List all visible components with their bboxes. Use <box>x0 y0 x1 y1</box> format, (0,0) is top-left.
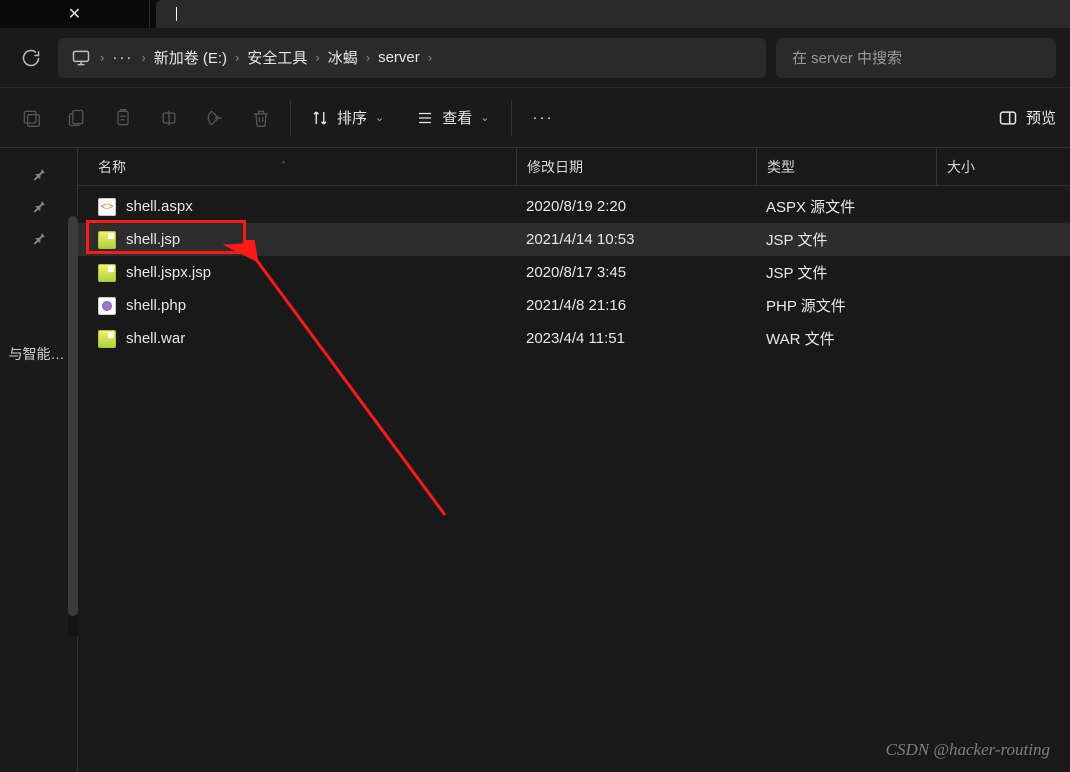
watermark: CSDN @hacker-routing <box>886 740 1050 760</box>
file-date: 2021/4/14 10:53 <box>516 231 756 248</box>
breadcrumb-ellipsis[interactable]: ··· <box>112 49 133 66</box>
copy-button[interactable] <box>60 101 94 135</box>
main-area: 与智能… 名称 ˆ 修改日期 类型 大小 <> shell.aspx 2020/8/… <box>0 148 1070 772</box>
jsp-file-icon <box>98 264 116 282</box>
file-list: <> shell.aspx 2020/8/19 2:20ASPX 源文件 shell.… <box>78 186 1070 359</box>
delete-button[interactable] <box>244 101 278 135</box>
file-date: 2020/8/19 2:20 <box>516 198 756 215</box>
monitor-icon <box>70 47 92 69</box>
chevron-down-icon: ⌄ <box>480 111 489 124</box>
title-tab-row: ✕ <box>0 0 1070 28</box>
file-date: 2020/8/17 3:45 <box>516 264 756 281</box>
tab-cursor <box>176 7 177 21</box>
chevron-right-icon: › <box>428 50 432 65</box>
breadcrumb-item[interactable]: server <box>378 49 420 66</box>
file-type: PHP 源文件 <box>756 295 936 316</box>
file-row[interactable]: shell.jsp 2021/4/14 10:53JSP 文件 <box>78 223 1070 256</box>
column-header-type[interactable]: 类型 <box>756 148 936 185</box>
paste-button[interactable] <box>106 101 140 135</box>
file-row[interactable]: <> shell.aspx 2020/8/19 2:20ASPX 源文件 <box>78 190 1070 223</box>
column-name-label: 名称 <box>98 157 126 177</box>
breadcrumb-item[interactable]: 新加卷 (E:) <box>154 47 227 68</box>
column-header-name[interactable]: 名称 ˆ <box>98 157 516 177</box>
search-input[interactable]: 在 server 中搜索 <box>776 38 1056 78</box>
preview-label: 预览 <box>1026 107 1056 128</box>
refresh-button[interactable] <box>14 41 48 75</box>
file-name: shell.jspx.jsp <box>126 264 211 281</box>
file-type: ASPX 源文件 <box>756 196 936 217</box>
chevron-right-icon: › <box>141 50 145 65</box>
scrollbar-thumb[interactable] <box>68 216 78 616</box>
sidebar: 与智能… <box>0 148 78 772</box>
address-bar[interactable]: › ··· › 新加卷 (E:) › 安全工具 › 冰蝎 › server › <box>58 38 766 78</box>
aspx-file-icon: <> <box>98 198 116 216</box>
preview-button[interactable]: 预览 <box>998 107 1056 128</box>
file-row[interactable]: shell.war 2023/4/4 11:51WAR 文件 <box>78 322 1070 355</box>
view-label: 查看 <box>442 107 472 128</box>
columns-header: 名称 ˆ 修改日期 类型 大小 <box>78 148 1070 186</box>
file-type: WAR 文件 <box>756 328 936 349</box>
file-name: shell.php <box>126 297 186 314</box>
address-search-row: › ··· › 新加卷 (E:) › 安全工具 › 冰蝎 › server › … <box>0 28 1070 88</box>
column-header-size[interactable]: 大小 <box>936 148 1070 185</box>
toolbar: 排序 ⌄ 查看 ⌄ ··· 预览 <box>0 88 1070 148</box>
more-button[interactable]: ··· <box>522 103 563 132</box>
file-date: 2021/4/8 21:16 <box>516 297 756 314</box>
sort-label: 排序 <box>337 107 367 128</box>
php-file-icon <box>98 297 116 315</box>
file-name: shell.aspx <box>126 198 193 215</box>
pinned-item[interactable] <box>19 158 59 190</box>
close-icon: ✕ <box>68 4 81 24</box>
search-placeholder: 在 server 中搜索 <box>792 47 902 68</box>
file-type: JSP 文件 <box>756 262 936 283</box>
chevron-down-icon: ⌄ <box>375 111 384 124</box>
new-folder-button[interactable] <box>14 101 48 135</box>
share-button[interactable] <box>198 101 232 135</box>
file-name: shell.war <box>126 330 185 347</box>
pinned-item[interactable] <box>19 190 59 222</box>
column-header-date[interactable]: 修改日期 <box>516 148 756 185</box>
file-name: shell.jsp <box>126 231 180 248</box>
file-type: JSP 文件 <box>756 229 936 250</box>
sidebar-section-label[interactable]: 与智能… <box>7 344 71 364</box>
file-panel: 名称 ˆ 修改日期 类型 大小 <> shell.aspx 2020/8/19 2:… <box>78 148 1070 772</box>
file-date: 2023/4/4 11:51 <box>516 330 756 347</box>
sort-button[interactable]: 排序 ⌄ <box>301 101 394 134</box>
tab-bar-rest <box>156 0 1070 28</box>
scrollbar[interactable] <box>68 216 78 636</box>
rename-button[interactable] <box>152 101 186 135</box>
chevron-right-icon: › <box>100 50 104 65</box>
tab-close-area[interactable]: ✕ <box>0 0 150 28</box>
breadcrumb-item[interactable]: 冰蝎 <box>328 47 358 68</box>
chevron-right-icon: › <box>315 50 319 65</box>
pinned-item[interactable] <box>19 222 59 254</box>
jsp-file-icon <box>98 231 116 249</box>
jsp-file-icon <box>98 330 116 348</box>
chevron-right-icon: › <box>366 50 370 65</box>
view-button[interactable]: 查看 ⌄ <box>406 101 499 134</box>
file-row[interactable]: shell.jspx.jsp 2020/8/17 3:45JSP 文件 <box>78 256 1070 289</box>
file-row[interactable]: shell.php 2021/4/8 21:16PHP 源文件 <box>78 289 1070 322</box>
sort-asc-icon: ˆ <box>282 161 285 172</box>
breadcrumb-item[interactable]: 安全工具 <box>247 47 307 68</box>
chevron-right-icon: › <box>235 50 239 65</box>
